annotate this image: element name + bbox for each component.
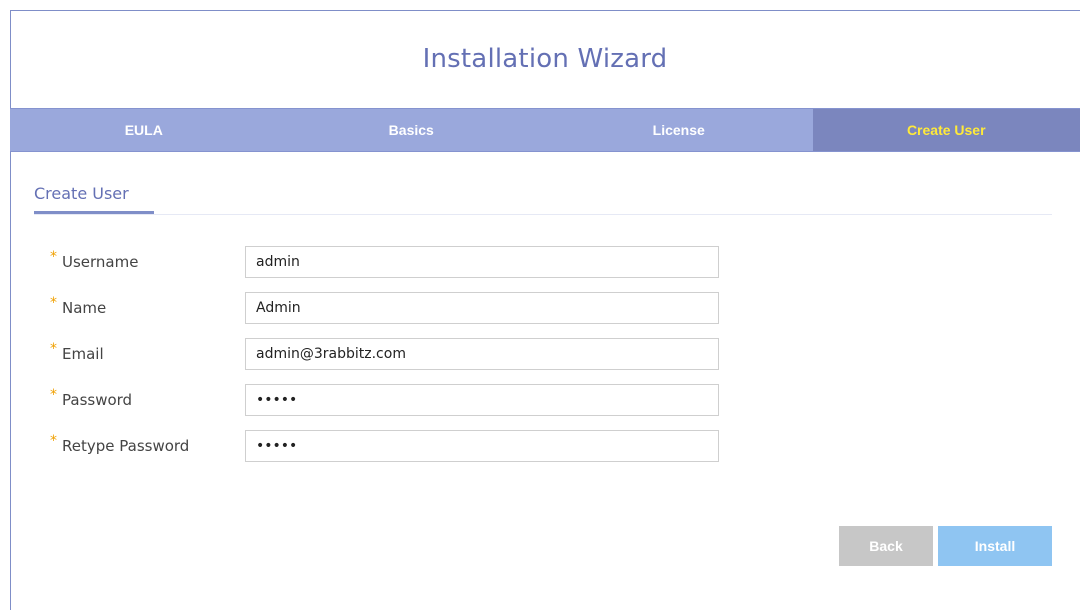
step-eula: EULA (10, 109, 278, 151)
required-marker: * (50, 387, 57, 403)
required-marker: * (50, 433, 57, 449)
form-row-email: * Email (0, 338, 1080, 370)
username-input[interactable] (245, 246, 719, 278)
username-label: * Username (50, 246, 138, 279)
form-row-password: * Password (0, 384, 1080, 416)
password-label: * Password (50, 384, 132, 417)
section-divider (34, 214, 1052, 215)
form-row-retype-password: * Retype Password (0, 430, 1080, 462)
step-create-user: Create User (813, 109, 1080, 151)
username-label-text: Username (62, 253, 138, 271)
retype-password-input[interactable] (245, 430, 719, 462)
section-tab-create-user: Create User (34, 184, 129, 203)
password-input[interactable] (245, 384, 719, 416)
required-marker: * (50, 249, 57, 265)
name-label-text: Name (62, 299, 106, 317)
name-input[interactable] (245, 292, 719, 324)
required-marker: * (50, 341, 57, 357)
wizard-steps-bar: EULA Basics License Create User (10, 108, 1080, 152)
name-label: * Name (50, 292, 106, 325)
password-label-text: Password (62, 391, 132, 409)
retype-password-label: * Retype Password (50, 430, 189, 463)
email-label: * Email (50, 338, 104, 371)
step-license: License (545, 109, 813, 151)
required-marker: * (50, 295, 57, 311)
email-input[interactable] (245, 338, 719, 370)
retype-password-label-text: Retype Password (62, 437, 189, 455)
step-basics: Basics (278, 109, 546, 151)
email-label-text: Email (62, 345, 104, 363)
back-button[interactable]: Back (839, 526, 933, 566)
form-row-username: * Username (0, 246, 1080, 278)
page-title: Installation Wizard (10, 44, 1080, 74)
form-row-name: * Name (0, 292, 1080, 324)
install-button[interactable]: Install (938, 526, 1052, 566)
